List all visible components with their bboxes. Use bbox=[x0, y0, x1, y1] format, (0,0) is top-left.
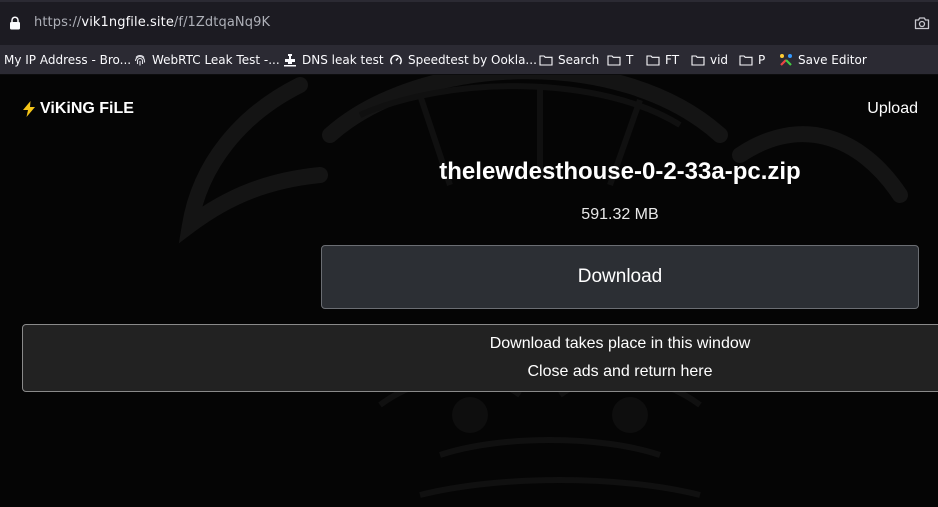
bookmark-label: FT bbox=[665, 53, 680, 67]
file-size: 591.32 MB bbox=[581, 206, 659, 223]
bookmark-label: Search bbox=[558, 53, 600, 67]
bookmark-webrtc[interactable]: WebRTC Leak Test -... bbox=[133, 52, 280, 68]
address-bar[interactable]: https://vik1ngfile.site/f/1ZdtqaNq9K bbox=[0, 0, 938, 45]
bookmark-label: T bbox=[626, 53, 634, 67]
url-prefix: https:// bbox=[34, 15, 82, 30]
bookmark-save-editor[interactable]: Save Editor bbox=[779, 52, 867, 68]
bookmark-label: Speedtest by Ookla... bbox=[408, 53, 537, 67]
bookmark-folder-vid[interactable]: vid bbox=[691, 52, 728, 68]
url-path: /f/1ZdtqaNq9K bbox=[173, 15, 271, 30]
bookmark-speedtest[interactable]: Speedtest by Ookla... bbox=[389, 52, 537, 68]
bookmarks-toolbar: My IP Address - Bro... WebRTC Leak Test … bbox=[0, 45, 938, 75]
url-text[interactable]: https://vik1ngfile.site/f/1ZdtqaNq9K bbox=[34, 15, 270, 30]
folder-icon bbox=[646, 54, 660, 66]
faucet-icon bbox=[283, 53, 297, 67]
page-content: ViKiNG FiLE Upload thelewdesthouse-0-2-3… bbox=[0, 75, 938, 507]
notice-line-1: Download takes place in this window bbox=[489, 335, 751, 352]
folder-icon bbox=[739, 54, 753, 66]
download-notice: Download takes place in this window Clos… bbox=[22, 324, 938, 392]
url-host: vik1ngfile.site bbox=[81, 15, 174, 30]
bookmark-folder-ft[interactable]: FT bbox=[646, 52, 679, 68]
bookmark-folder-search[interactable]: Search bbox=[539, 52, 599, 68]
speedometer-icon bbox=[389, 53, 403, 67]
bookmark-label: Save Editor bbox=[798, 53, 867, 67]
bookmark-label: vid bbox=[710, 53, 729, 67]
bookmark-dns-leak[interactable]: DNS leak test bbox=[283, 52, 384, 68]
bookmark-label: P bbox=[758, 53, 766, 67]
download-button-label: Download bbox=[577, 266, 663, 287]
lock-icon[interactable] bbox=[9, 16, 21, 35]
notice-line-2: Close ads and return here bbox=[527, 363, 713, 380]
bookmark-label: My IP Address - Bro... bbox=[4, 53, 132, 67]
bookmark-label: DNS leak test bbox=[302, 53, 384, 67]
download-button[interactable]: Download bbox=[321, 245, 919, 309]
folder-icon bbox=[539, 54, 553, 66]
tools-icon bbox=[779, 53, 793, 67]
bookmark-folder-p[interactable]: P bbox=[739, 52, 765, 68]
bookmark-folder-t[interactable]: T bbox=[607, 52, 633, 68]
folder-icon bbox=[691, 54, 705, 66]
logo-text: ViKiNG FiLE bbox=[40, 100, 134, 117]
bookmark-my-ip[interactable]: My IP Address - Bro... bbox=[4, 52, 131, 68]
upload-link[interactable]: Upload bbox=[867, 100, 918, 118]
file-name: thelewdesthouse-0-2-33a-pc.zip bbox=[439, 158, 801, 185]
fingerprint-icon bbox=[133, 53, 147, 67]
bookmark-label: WebRTC Leak Test -... bbox=[152, 53, 280, 67]
folder-icon bbox=[607, 54, 621, 66]
site-logo[interactable]: ViKiNG FiLE bbox=[22, 100, 134, 118]
lightning-icon bbox=[22, 101, 36, 117]
screenshot-icon[interactable] bbox=[914, 16, 930, 35]
